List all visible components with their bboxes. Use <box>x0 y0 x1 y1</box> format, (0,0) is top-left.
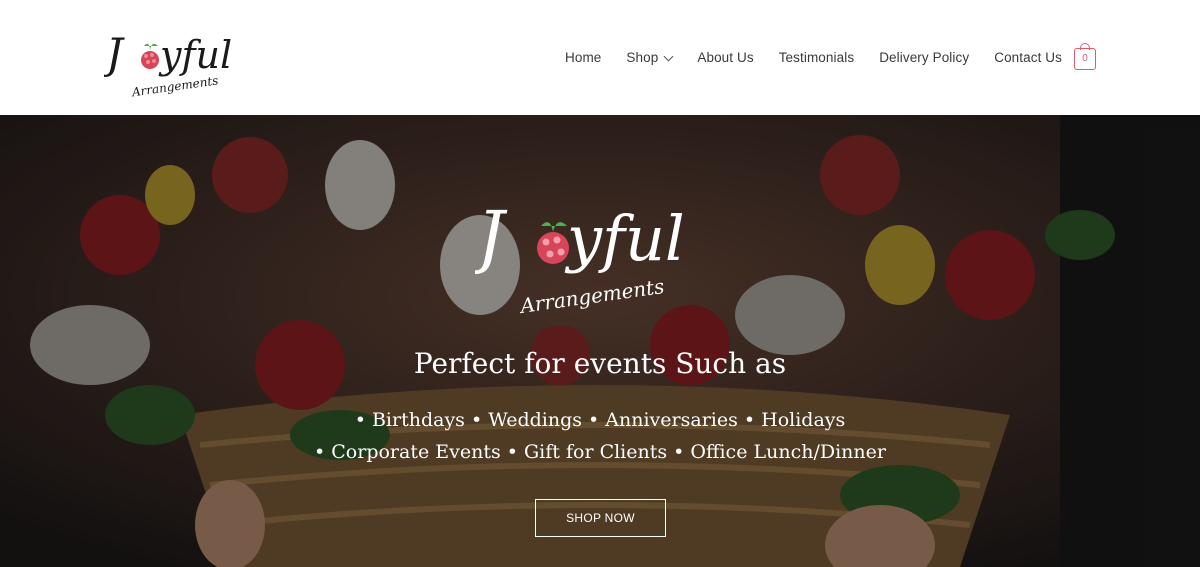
hero-banner: J yful Arrangements Perfect for events S… <box>0 115 1200 567</box>
nav-about-us[interactable]: About Us <box>697 50 753 65</box>
hero-events-line-2: • Corporate Events • Gift for Clients • … <box>314 441 886 463</box>
nav-delivery-policy[interactable]: Delivery Policy <box>879 50 969 65</box>
nav-delivery-label: Delivery Policy <box>879 50 970 65</box>
hero-events-line-1: • Birthdays • Weddings • Anniversaries •… <box>354 409 846 431</box>
logo-wordmark-rest: yful <box>158 33 232 77</box>
nav-shop[interactable]: Shop <box>626 50 674 65</box>
nav-about-label: About Us <box>697 50 754 65</box>
raspberry-icon <box>141 43 159 69</box>
hero-logo: J yful Arrangements <box>475 170 725 320</box>
cart-count-badge: 0 <box>1082 53 1088 64</box>
hero-logo-initial: J <box>475 198 508 277</box>
nav-contact-us[interactable]: Contact Us <box>994 50 1062 65</box>
hero-heading: Perfect for events Such as <box>413 347 787 380</box>
nav-home[interactable]: Home <box>565 50 601 65</box>
raspberry-icon <box>537 222 569 264</box>
chevron-down-icon <box>663 51 674 61</box>
cart-button[interactable]: 0 <box>1074 42 1096 70</box>
joyful-logo-white-icon: J yful Arrangements <box>475 198 685 318</box>
nav-home-label: Home <box>565 50 602 65</box>
shop-now-button[interactable]: SHOP NOW <box>535 499 666 537</box>
main-navigation: Home Shop About Us Testimonials Delivery… <box>540 0 1096 115</box>
logo-tagline: Arrangements <box>130 73 219 99</box>
nav-shop-label: Shop <box>626 50 659 65</box>
site-header: J yful Arrangements Home Shop About Us T… <box>0 0 1200 115</box>
nav-testimonials-label: Testimonials <box>778 50 855 65</box>
hero-logo-tagline: Arrangements <box>517 274 666 318</box>
logo-wordmark-initial: J <box>104 29 125 78</box>
site-logo[interactable]: J yful Arrangements <box>104 12 254 104</box>
nav-testimonials[interactable]: Testimonials <box>779 50 854 65</box>
nav-contact-label: Contact Us <box>994 50 1062 65</box>
hero-logo-rest: yful <box>564 202 685 275</box>
joyful-logo-icon: J yful Arrangements <box>104 29 232 100</box>
